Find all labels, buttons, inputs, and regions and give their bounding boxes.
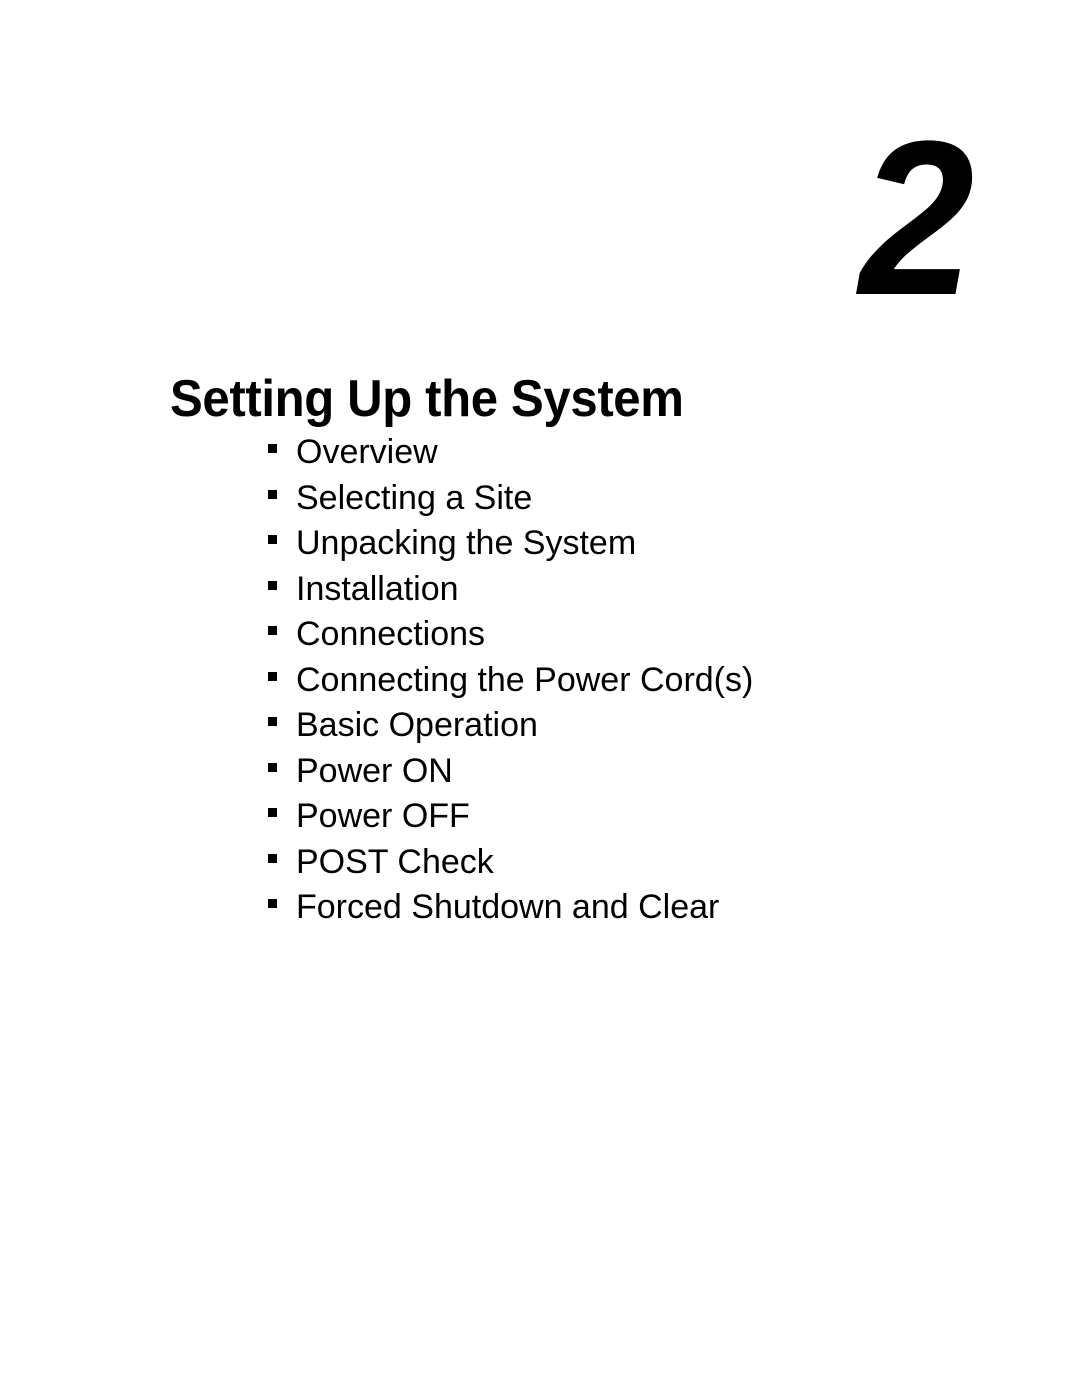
list-item: Connections [268,612,753,658]
square-bullet-icon [268,671,277,681]
list-item: Unpacking the System [268,521,753,567]
list-item-label: Installation [296,569,459,608]
list-item-label: Overview [296,433,438,471]
list-item-label: Unpacking the System [296,524,637,562]
square-bullet-icon [268,580,277,590]
square-bullet-icon [268,489,277,499]
list-item: Power OFF [268,794,753,840]
square-bullet-icon [268,808,277,817]
list-item: Overview [268,430,753,476]
square-bullet-icon [268,762,277,772]
square-bullet-icon [268,717,277,726]
list-item: Connecting the Power Cord(s) [268,658,753,704]
square-bullet-icon [268,535,277,544]
chapter-opener-page: 2 Setting Up the System Overview Selecti… [0,0,1080,1397]
square-bullet-icon [268,626,277,635]
square-bullet-icon [268,899,277,908]
list-item-label: Power ON [296,751,453,790]
list-item: Forced Shutdown and Clear [268,885,753,931]
list-item: Installation [268,567,753,613]
list-item: Basic Operation [268,703,753,749]
chapter-contents-list: Overview Selecting a Site Unpacking the … [268,430,753,931]
list-item: Power ON [268,749,753,795]
list-item-label: Selecting a Site [296,478,533,517]
list-item-label: Power OFF [296,797,470,835]
list-item-label: Forced Shutdown and Clear [296,888,720,926]
list-item-label: Connections [296,615,486,653]
list-item-label: POST Check [296,842,494,881]
square-bullet-icon [268,853,277,863]
square-bullet-icon [268,444,277,453]
list-item: Selecting a Site [268,476,753,522]
list-item-label: Basic Operation [296,706,538,744]
page-title: Setting Up the System [170,369,684,428]
chapter-number: 2 [858,95,974,341]
list-item-label: Connecting the Power Cord(s) [296,660,754,699]
list-item: POST Check [268,840,753,886]
